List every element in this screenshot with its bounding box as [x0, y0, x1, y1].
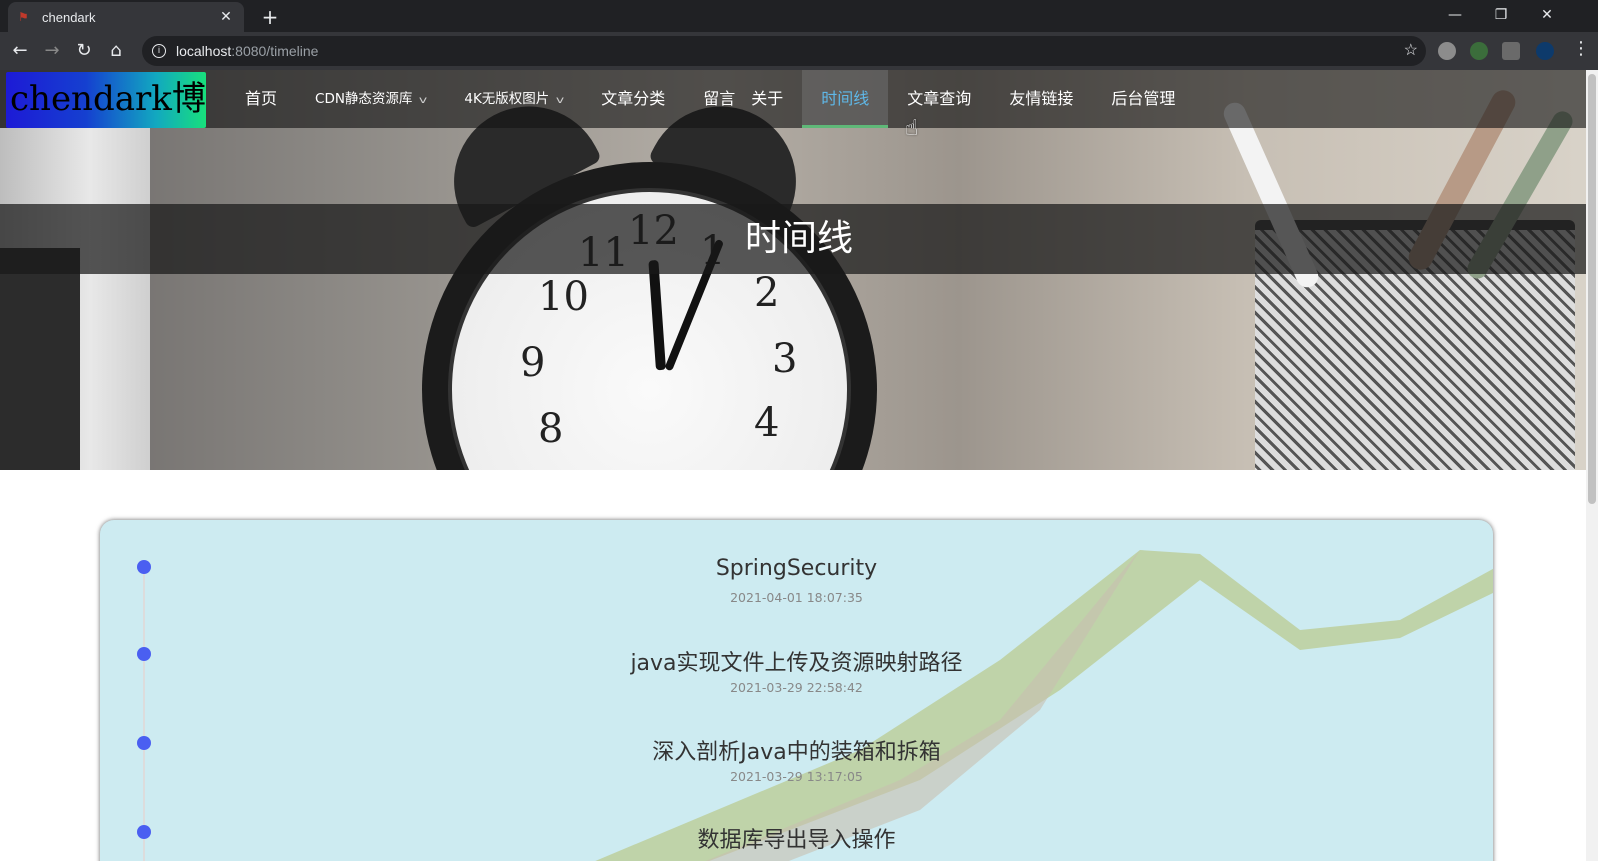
browser-tabstrip: ⚑ chendark ✕ + — ❐ ✕ — [0, 0, 1598, 32]
nav-item-friend-links[interactable]: 友情链接 — [990, 70, 1092, 128]
nav-item-messages[interactable]: 留言 — [684, 70, 751, 128]
browser-menu-icon[interactable]: ⋮ — [1572, 40, 1590, 58]
nav-item-article-search[interactable]: 文章查询 — [888, 70, 990, 128]
window-close-button[interactable]: ✕ — [1524, 0, 1570, 32]
nav-label: 文章查询 — [907, 89, 972, 108]
nav-label: 4K无版权图片 — [464, 91, 550, 107]
extension-icon[interactable] — [1470, 42, 1488, 60]
url-path: :8080/timeline — [231, 43, 319, 59]
site-favicon-icon: ⚑ — [18, 10, 29, 24]
minimize-button[interactable]: — — [1432, 0, 1478, 32]
nav-label: CDN静态资源库 — [315, 91, 413, 107]
page-scrollbar[interactable] — [1586, 70, 1598, 861]
clock-number: 3 — [772, 336, 798, 382]
clock-number: 4 — [754, 400, 780, 446]
nav-item-4k-images[interactable]: 4K无版权图片 v — [445, 70, 582, 128]
scrollbar-thumb[interactable] — [1588, 74, 1596, 504]
nav-label: 关于 — [751, 89, 784, 108]
tab-title: chendark — [42, 9, 96, 25]
nav-item-about[interactable]: 关于 — [751, 70, 802, 128]
timeline-title[interactable]: SpringSecurity — [100, 556, 1493, 581]
nav-label: 时间线 — [821, 89, 870, 108]
nav-label: 后台管理 — [1111, 89, 1176, 108]
clock-number: 2 — [754, 270, 780, 316]
extensions-puzzle-icon[interactable] — [1502, 42, 1520, 60]
address-bar[interactable]: i localhost :8080/timeline ☆ — [142, 36, 1426, 66]
site-navbar: chendark博客 首页 CDN静态资源库 v 4K无版权图片 v 文章分类 留言… — [0, 70, 1598, 128]
tab-close-icon[interactable]: ✕ — [218, 9, 234, 25]
timeline-title[interactable]: 数据库导出导入操作 — [100, 822, 1493, 854]
timeline-date: 2021-03-29 22:58:42 — [730, 680, 863, 695]
nav-label: 文章分类 — [601, 89, 666, 108]
clock-number: 8 — [538, 406, 564, 452]
home-icon[interactable]: ⌂ — [104, 40, 128, 62]
laptop-decoration — [0, 128, 150, 470]
reload-icon[interactable]: ↻ — [72, 40, 96, 62]
main-nav: 首页 CDN静态资源库 v 4K无版权图片 v 文章分类 留言 关于 时间线 文章查… — [226, 70, 1194, 128]
nav-label: 首页 — [245, 89, 278, 108]
browser-tab[interactable]: ⚑ chendark ✕ — [8, 2, 244, 32]
timeline-title[interactable]: java实现文件上传及资源映射路径 — [100, 645, 1493, 677]
timeline-title[interactable]: 深入剖析Java中的装箱和拆箱 — [100, 734, 1493, 766]
chevron-down-icon: v — [419, 95, 428, 106]
clock-number: 9 — [520, 340, 546, 386]
hero-banner: 12 11 1 10 2 9 3 8 4 chendark博客 首页 CDN静态… — [0, 70, 1598, 470]
hand-cursor-icon: ☝ — [905, 116, 919, 141]
nav-label: 留言 — [703, 89, 736, 108]
timeline-line — [143, 566, 145, 861]
clock-number: 10 — [538, 274, 589, 320]
new-tab-button[interactable]: + — [258, 6, 282, 28]
forward-arrow-icon[interactable]: → — [40, 40, 64, 62]
timeline-card: SpringSecurity 2021-04-01 18:07:35 java实… — [100, 520, 1493, 861]
timeline-date: 2021-03-29 13:17:05 — [730, 769, 863, 784]
nav-item-home[interactable]: 首页 — [226, 70, 296, 128]
restore-button[interactable]: ❐ — [1478, 0, 1524, 32]
nav-item-cdn[interactable]: CDN静态资源库 v — [296, 70, 445, 128]
back-arrow-icon[interactable]: ← — [8, 40, 32, 62]
bookmark-star-icon[interactable]: ☆ — [1404, 40, 1418, 60]
nav-label: 友情链接 — [1009, 89, 1074, 108]
nav-item-admin[interactable]: 后台管理 — [1092, 70, 1194, 128]
profile-avatar[interactable] — [1536, 42, 1554, 60]
extension-gear-icon[interactable] — [1438, 42, 1456, 60]
page-viewport: 12 11 1 10 2 9 3 8 4 chendark博客 首页 CDN静态… — [0, 70, 1598, 861]
chevron-down-icon: v — [556, 95, 565, 106]
url-host: localhost — [176, 43, 232, 59]
browser-toolbar: ← → ↻ ⌂ i localhost :8080/timeline ☆ ⋮ — [0, 32, 1598, 70]
timeline-date: 2021-04-01 18:07:35 — [730, 590, 863, 605]
page-title: 时间线 — [744, 218, 853, 259]
site-logo[interactable]: chendark博客 — [6, 72, 206, 128]
nav-item-timeline[interactable]: 时间线 — [802, 70, 889, 128]
site-info-icon[interactable]: i — [152, 44, 166, 58]
nav-item-categories[interactable]: 文章分类 — [582, 70, 684, 128]
